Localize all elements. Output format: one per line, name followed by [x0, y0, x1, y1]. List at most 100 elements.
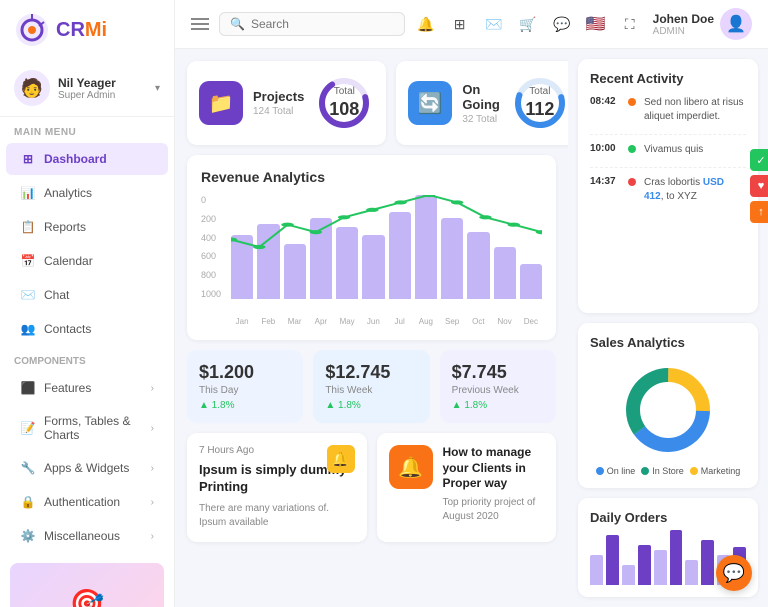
search-input[interactable]: [251, 17, 394, 31]
revenue-title: Revenue Analytics: [201, 169, 542, 185]
sales-legend: On line In Store Marketing: [596, 466, 741, 476]
sales-donut-area: On line In Store Marketing: [590, 360, 746, 476]
activity-divider: [590, 167, 746, 168]
stat-card-projects: 📁 Projects 124 Total Total 108: [187, 61, 386, 145]
stat-prevweek-card: $7.745 Previous Week ▲ 1.8%: [440, 350, 556, 423]
chat-icon: ✉️: [20, 287, 36, 303]
sidebar-item-features[interactable]: ⬛ Features ›: [6, 372, 168, 404]
stat-amount: $12.745: [325, 362, 417, 383]
stat-label: This Day: [199, 385, 291, 396]
stat-label: Projects: [253, 89, 304, 104]
sidebar-item-dashboard[interactable]: ⊞ Dashboard: [6, 143, 168, 175]
sidebar-bottom-image: 🎯: [0, 553, 174, 607]
sidebar-item-label: Authentication: [44, 495, 120, 509]
month-label: Aug: [415, 317, 437, 326]
stat-total-label: Total: [525, 86, 554, 97]
rs-icon-up[interactable]: ↑: [750, 201, 768, 223]
rs-icon-heart[interactable]: ♥: [750, 175, 768, 197]
month-label: Jun: [362, 317, 384, 326]
apps-icon: 🔧: [20, 460, 36, 476]
cart-icon[interactable]: 🛒: [517, 13, 539, 35]
chart-bar: [441, 218, 463, 299]
news-body: There are many variations of. Ipsum avai…: [199, 502, 355, 530]
sidebar-item-label: Forms, Tables & Charts: [44, 414, 143, 442]
sidebar-item-forms[interactable]: 📝 Forms, Tables & Charts ›: [6, 406, 168, 450]
language-flag[interactable]: 🇺🇸: [585, 13, 607, 35]
sidebar-item-calendar[interactable]: 📅 Calendar: [6, 245, 168, 277]
header-user: Johen Doe ADMIN 👤: [653, 8, 752, 40]
chart-content: [231, 195, 542, 315]
envelope-icon[interactable]: ✉️: [483, 13, 505, 35]
main-panel: 🔍 🔔 ⊞ ✉️ 🛒 💬 🇺🇸 ⛶ Johen Doe ADMIN 👤: [175, 0, 768, 607]
arrow-icon: ›: [151, 463, 154, 474]
header-avatar[interactable]: 👤: [720, 8, 752, 40]
header-icons: 🔔 ⊞ ✉️ 🛒 💬 🇺🇸 ⛶ Johen Doe ADMIN 👤: [415, 8, 752, 40]
stats-bottom-row: $1.200 This Day ▲ 1.8% $12.745 This Week…: [187, 350, 556, 423]
activity-dot: [628, 98, 636, 106]
arrow-icon: ›: [151, 531, 154, 542]
ongoing-icon: 🔄: [408, 81, 452, 125]
avatar: 🧑: [14, 70, 50, 106]
notifications-icon[interactable]: 🔔: [415, 13, 437, 35]
sidebar-item-misc[interactable]: ⚙️ Miscellaneous ›: [6, 520, 168, 552]
activity-dot: [628, 178, 636, 186]
stat-change: ▲ 1.8%: [199, 400, 291, 411]
grid-icon[interactable]: ⊞: [449, 13, 471, 35]
arrow-icon: ›: [151, 497, 154, 508]
bubble-icon[interactable]: 💬: [551, 13, 573, 35]
stat-change: ▲ 1.8%: [325, 400, 417, 411]
daily-orders-title: Daily Orders: [590, 510, 746, 525]
stat-amount: $7.745: [452, 362, 544, 383]
auth-icon: 🔒: [20, 494, 36, 510]
sidebar-item-chat[interactable]: ✉️ Chat: [6, 279, 168, 311]
calendar-icon: 📅: [20, 253, 36, 269]
legend-dot-online: [596, 467, 604, 475]
hamburger-button[interactable]: [191, 18, 209, 30]
chart-bar: [494, 247, 516, 299]
logo-text: CRMi: [56, 19, 107, 42]
sidebar-item-label: Features: [44, 381, 91, 395]
activity-time: 10:00: [590, 143, 620, 154]
sidebar-item-contacts[interactable]: 👥 Contacts: [6, 313, 168, 345]
logo: CRMi: [0, 0, 174, 60]
stat-donut-ongoing: Total 112: [510, 73, 568, 133]
news-card-1: 7 Hours Ago 🔔 Ipsum is simply dummy Prin…: [187, 433, 367, 542]
fullscreen-icon[interactable]: ⛶: [619, 13, 641, 35]
revenue-chart: 1000 800 600 400 200 0: [201, 195, 542, 315]
bars-container: [231, 195, 542, 299]
sidebar-item-auth[interactable]: 🔒 Authentication ›: [6, 486, 168, 518]
sidebar-item-label: Miscellaneous: [44, 529, 120, 543]
chat-bubble-button[interactable]: 💬: [716, 555, 752, 591]
search-box[interactable]: 🔍: [219, 12, 405, 36]
user-section: 🧑 Nil Yeager Super Admin ▾: [0, 60, 174, 117]
daily-bar: [654, 550, 667, 585]
chart-bar: [415, 195, 437, 299]
month-label: Mar: [284, 317, 306, 326]
sidebar-item-label: Calendar: [44, 254, 93, 268]
arrow-icon: ›: [151, 423, 154, 434]
stat-change: ▲ 1.8%: [452, 400, 544, 411]
activity-dot: [628, 145, 636, 153]
user-dropdown-icon[interactable]: ▾: [155, 83, 160, 94]
activity-divider: [590, 134, 746, 135]
activity-text: Sed non libero at risus aliquet imperdie…: [644, 96, 746, 124]
rs-icon-check[interactable]: ✓: [750, 149, 768, 171]
stat-donut-projects: Total 108: [314, 73, 374, 133]
recent-activity-card: Recent Activity 08:42 Sed non libero at …: [578, 59, 758, 313]
legend-online: On line: [596, 466, 636, 476]
bottom-news-row: 7 Hours Ago 🔔 Ipsum is simply dummy Prin…: [187, 433, 556, 542]
chart-bar: [284, 244, 306, 299]
daily-bar: [606, 535, 619, 585]
legend-marketing: Marketing: [690, 466, 741, 476]
sales-analytics-card: Sales Analytics On line: [578, 323, 758, 488]
sidebar-item-apps[interactable]: 🔧 Apps & Widgets ›: [6, 452, 168, 484]
chart-bar: [336, 227, 358, 299]
sidebar-item-label: Contacts: [44, 322, 91, 336]
user-info: Nil Yeager Super Admin: [58, 76, 116, 101]
sidebar-item-reports[interactable]: 📋 Reports: [6, 211, 168, 243]
activity-text: Vivamus quis: [644, 143, 703, 157]
menu-section-title: Main Menu: [0, 117, 174, 142]
recent-activity-title: Recent Activity: [590, 71, 746, 86]
sidebar-item-analytics[interactable]: 📊 Analytics: [6, 177, 168, 209]
activity-item-2: 10:00 Vivamus quis: [590, 143, 746, 157]
